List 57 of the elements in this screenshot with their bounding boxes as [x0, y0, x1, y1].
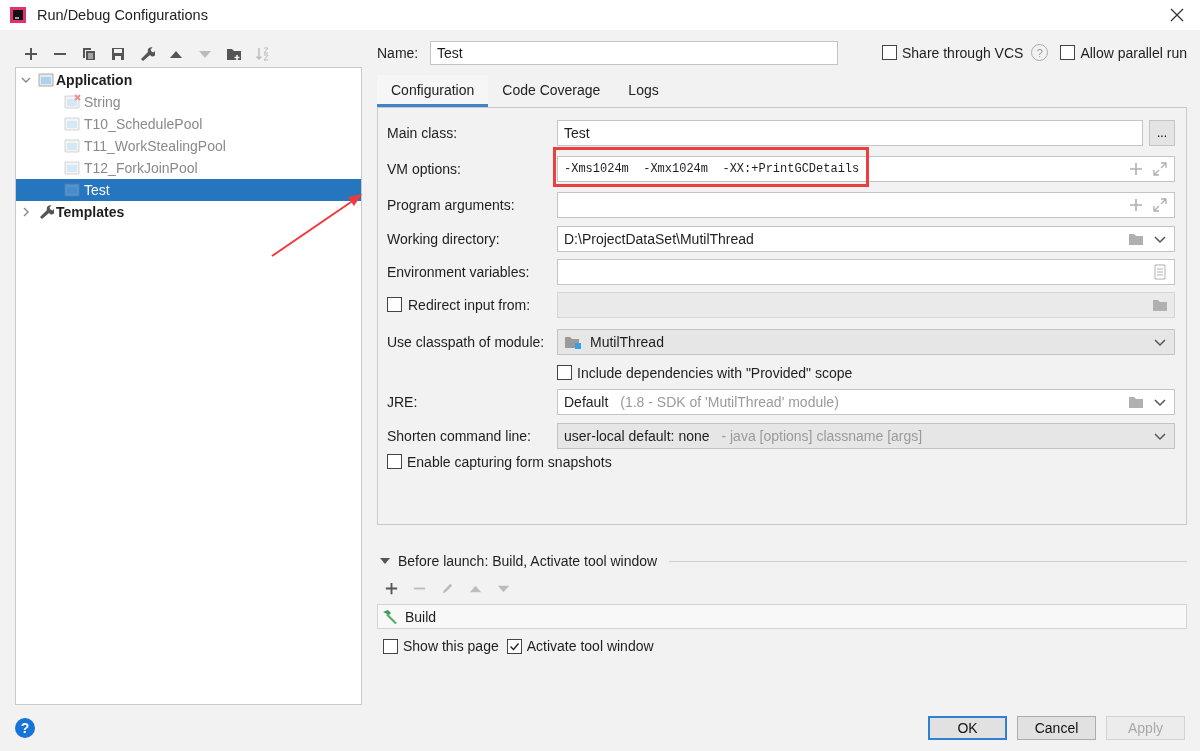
checkbox[interactable]: [557, 365, 572, 380]
checkbox[interactable]: [506, 638, 522, 654]
checkbox[interactable]: [1060, 45, 1076, 60]
close-icon[interactable]: [1170, 8, 1184, 22]
field-label: Shorten command line:: [387, 427, 531, 444]
tree-item[interactable]: T12_ForkJoinPool: [16, 157, 361, 179]
checkbox[interactable]: [387, 454, 402, 469]
path-field[interactable]: D:\ProjectDataSet\MutilThread: [557, 225, 1175, 252]
text-field[interactable]: [557, 258, 1175, 285]
plus-icon[interactable]: [23, 45, 39, 62]
checkbox[interactable]: [387, 297, 402, 312]
tab[interactable]: Configuration: [377, 75, 489, 107]
tab[interactable]: Logs: [614, 75, 673, 107]
dropdown[interactable]: Default (1.8 - SDK of 'MutilThread' module): [557, 388, 1175, 415]
name-field[interactable]: Test: [430, 40, 838, 65]
dialog-button[interactable]: OK: [928, 716, 1007, 740]
tree-group[interactable]: Application: [54, 72, 135, 88]
dropdown[interactable]: user-local default: none - java [options] classname [args]: [557, 422, 1175, 449]
tree-group[interactable]: Templates: [54, 204, 127, 220]
field-label: Working directory:: [387, 230, 500, 247]
checkbox-label: Activate tool window: [526, 638, 654, 654]
wrench-icon[interactable]: [139, 45, 155, 62]
field-label: JRE:: [387, 393, 418, 410]
copy-icon[interactable]: [81, 45, 97, 62]
plus-icon[interactable]: [384, 580, 399, 596]
tree-item[interactable]: T11_WorkStealingPool: [16, 135, 361, 157]
tree-item[interactable]: Test: [16, 179, 361, 201]
window-title: Run/Debug Configurations: [37, 7, 208, 23]
tab[interactable]: Code Coverage: [488, 75, 615, 107]
checkbox-label: Share through VCS: [902, 44, 1024, 61]
field-label: Redirect input from:: [408, 296, 531, 313]
app-logo-icon: [10, 7, 26, 23]
hammer-icon: [381, 608, 399, 625]
checkbox[interactable]: [882, 45, 897, 60]
checkbox-label: Allow parallel run: [1080, 44, 1187, 61]
task-item[interactable]: Build: [405, 608, 437, 625]
tree-item[interactable]: T10_SchedulePool: [16, 113, 361, 135]
tree-item[interactable]: String: [16, 91, 361, 113]
path-field[interactable]: [557, 291, 1175, 318]
field-label: Program arguments:: [387, 197, 515, 213]
text-field[interactable]: Test: [557, 119, 1143, 146]
field-label: Environment variables:: [387, 263, 530, 280]
field-label: Main class:: [387, 124, 458, 141]
save-icon[interactable]: [110, 45, 126, 62]
checkbox[interactable]: [383, 638, 398, 654]
help-button[interactable]: ?: [15, 718, 35, 738]
field-label: Use classpath of module:: [387, 333, 545, 350]
field-label: VM options:: [387, 160, 461, 177]
collapse-icon[interactable]: [380, 556, 390, 566]
checkbox-label: Show this page: [403, 638, 499, 654]
module-dropdown[interactable]: MutilThread: [557, 328, 1175, 355]
name-label: Name:: [377, 44, 420, 61]
section-title: Before launch: Build, Activate tool window: [398, 553, 658, 569]
dialog-button[interactable]: Cancel: [1017, 716, 1096, 740]
checkbox-label: Enable capturing form snapshots: [407, 453, 612, 470]
checkbox-label: Include dependencies with "Provided" scope: [577, 364, 853, 381]
browse-button[interactable]: ...: [1149, 119, 1175, 146]
